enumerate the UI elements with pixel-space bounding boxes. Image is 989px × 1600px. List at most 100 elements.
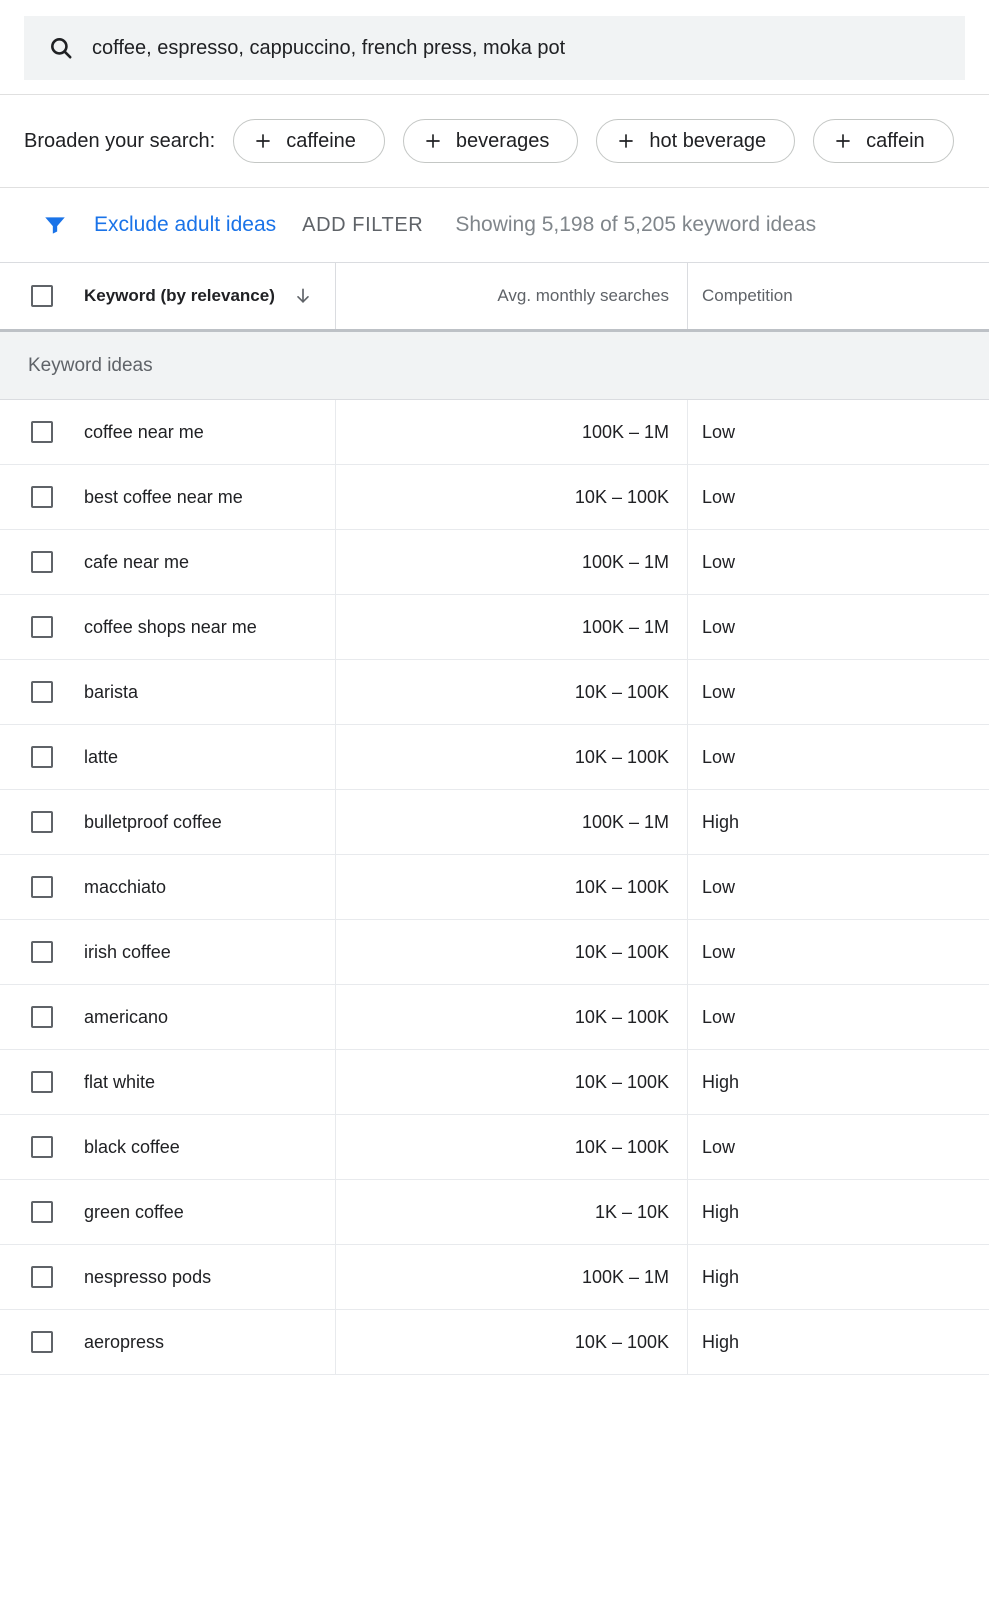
cell-avg-searches: 100K – 1M xyxy=(336,530,688,594)
table-row: aeropress10K – 100KHigh xyxy=(0,1310,989,1375)
avg-searches-text: 100K – 1M xyxy=(582,422,669,443)
exclude-adult-ideas-link[interactable]: Exclude adult ideas xyxy=(94,213,276,237)
cell-keyword[interactable]: americano xyxy=(84,985,336,1049)
row-checkbox[interactable] xyxy=(31,1266,53,1288)
cell-keyword[interactable]: coffee shops near me xyxy=(84,595,336,659)
cell-avg-searches: 100K – 1M xyxy=(336,790,688,854)
row-checkbox[interactable] xyxy=(31,1331,53,1353)
row-checkbox-cell xyxy=(0,1310,84,1374)
column-header-avg-label: Avg. monthly searches xyxy=(497,286,669,306)
broaden-label: Broaden your search: xyxy=(24,130,215,153)
broaden-chip[interactable]: beverages xyxy=(403,119,578,163)
cell-keyword[interactable]: best coffee near me xyxy=(84,465,336,529)
competition-text: Low xyxy=(702,682,735,703)
add-filter-button[interactable]: ADD FILTER xyxy=(302,214,423,237)
row-checkbox[interactable] xyxy=(31,1006,53,1028)
search-input-value: coffee, espresso, cappuccino, french pre… xyxy=(92,37,565,60)
cell-keyword[interactable]: cafe near me xyxy=(84,530,336,594)
row-checkbox[interactable] xyxy=(31,746,53,768)
avg-searches-text: 10K – 100K xyxy=(575,877,669,898)
row-checkbox-cell xyxy=(0,1180,84,1244)
broaden-chip[interactable]: caffein xyxy=(813,119,954,163)
cell-avg-searches: 1K – 10K xyxy=(336,1180,688,1244)
keyword-text: americano xyxy=(84,1007,168,1028)
search-icon xyxy=(48,35,74,61)
cell-competition: High xyxy=(688,1310,989,1374)
row-checkbox-cell xyxy=(0,530,84,594)
cell-keyword[interactable]: irish coffee xyxy=(84,920,336,984)
column-header-avg-searches[interactable]: Avg. monthly searches xyxy=(336,263,688,329)
keyword-text: black coffee xyxy=(84,1137,180,1158)
competition-text: Low xyxy=(702,1007,735,1028)
section-title: Keyword ideas xyxy=(28,355,153,377)
cell-keyword[interactable]: bulletproof coffee xyxy=(84,790,336,854)
select-all-cell xyxy=(0,263,84,329)
column-header-keyword-label: Keyword (by relevance) xyxy=(84,285,275,306)
cell-avg-searches: 10K – 100K xyxy=(336,1050,688,1114)
cell-keyword[interactable]: black coffee xyxy=(84,1115,336,1179)
row-checkbox-cell xyxy=(0,465,84,529)
keyword-text: nespresso pods xyxy=(84,1267,211,1288)
table-row: black coffee 10K – 100K Low xyxy=(0,1115,989,1180)
competition-text: Low xyxy=(702,1137,735,1158)
cell-keyword[interactable]: nespresso pods xyxy=(84,1245,336,1309)
cell-keyword[interactable]: macchiato xyxy=(84,855,336,919)
row-checkbox[interactable] xyxy=(31,876,53,898)
cell-competition: Low xyxy=(688,725,989,789)
row-checkbox[interactable] xyxy=(31,551,53,573)
results-count-text: Showing 5,198 of 5,205 keyword ideas xyxy=(455,213,816,237)
cell-keyword[interactable]: flat white xyxy=(84,1050,336,1114)
table-row: coffee shops near me100K – 1MLow xyxy=(0,595,989,660)
competition-text: High xyxy=(702,1332,739,1353)
keyword-text: coffee shops near me xyxy=(84,617,257,638)
column-header-competition[interactable]: Competition xyxy=(688,263,989,329)
column-header-keyword[interactable]: Keyword (by relevance) xyxy=(84,263,336,329)
cell-competition: Low xyxy=(688,1115,989,1179)
cell-keyword[interactable]: latte xyxy=(84,725,336,789)
filter-icon[interactable] xyxy=(42,212,68,238)
cell-competition: High xyxy=(688,790,989,854)
row-checkbox[interactable] xyxy=(31,681,53,703)
cell-avg-searches: 10K – 100K xyxy=(336,985,688,1049)
keyword-text: green coffee xyxy=(84,1202,184,1223)
cell-competition: Low xyxy=(688,985,989,1049)
row-checkbox-cell xyxy=(0,400,84,464)
competition-text: Low xyxy=(702,877,735,898)
select-all-checkbox[interactable] xyxy=(31,285,53,307)
search-bar[interactable]: coffee, espresso, cappuccino, french pre… xyxy=(24,16,965,80)
column-header-competition-label: Competition xyxy=(702,286,793,306)
row-checkbox[interactable] xyxy=(31,941,53,963)
avg-searches-text: 10K – 100K xyxy=(575,1007,669,1028)
cell-competition: Low xyxy=(688,465,989,529)
broaden-chip[interactable]: hot beverage xyxy=(596,119,795,163)
competition-text: High xyxy=(702,1202,739,1223)
cell-keyword[interactable]: coffee near me xyxy=(84,400,336,464)
cell-avg-searches: 10K – 100K xyxy=(336,660,688,724)
row-checkbox[interactable] xyxy=(31,811,53,833)
row-checkbox[interactable] xyxy=(31,421,53,443)
row-checkbox[interactable] xyxy=(31,1201,53,1223)
broaden-chip[interactable]: caffeine xyxy=(233,119,385,163)
row-checkbox-cell xyxy=(0,1050,84,1114)
table-row: latte 10K – 100K Low xyxy=(0,725,989,790)
plus-icon xyxy=(834,132,852,150)
row-checkbox-cell xyxy=(0,595,84,659)
row-checkbox[interactable] xyxy=(31,1071,53,1093)
cell-competition: High xyxy=(688,1050,989,1114)
table-row: nespresso pods100K – 1MHigh xyxy=(0,1245,989,1310)
avg-searches-text: 10K – 100K xyxy=(575,747,669,768)
keyword-text: barista xyxy=(84,682,138,703)
avg-searches-text: 10K – 100K xyxy=(575,942,669,963)
competition-text: Low xyxy=(702,422,735,443)
row-checkbox[interactable] xyxy=(31,616,53,638)
table-row: barista 10K – 100K Low xyxy=(0,660,989,725)
row-checkbox[interactable] xyxy=(31,1136,53,1158)
table-row: bulletproof coffee100K – 1MHigh xyxy=(0,790,989,855)
section-title-row: Keyword ideas xyxy=(0,332,989,400)
cell-keyword[interactable]: barista xyxy=(84,660,336,724)
cell-keyword[interactable]: aeropress xyxy=(84,1310,336,1374)
cell-avg-searches: 10K – 100K xyxy=(336,1115,688,1179)
broaden-row: Broaden your search: caffeine beverages … xyxy=(0,95,989,187)
cell-keyword[interactable]: green coffee xyxy=(84,1180,336,1244)
row-checkbox[interactable] xyxy=(31,486,53,508)
